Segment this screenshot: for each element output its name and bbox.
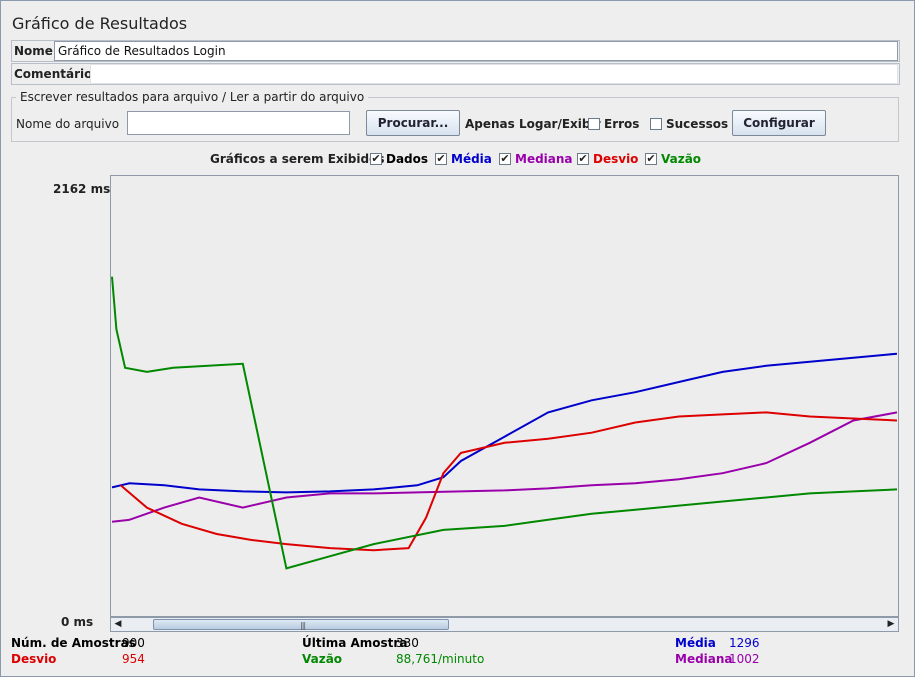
log-only-label: Apenas Logar/Exibir [465,117,601,131]
average-label: Média [675,636,716,650]
desvio-checkbox[interactable]: ✔ [577,153,589,165]
chart-svg [111,276,898,570]
file-group-title: Escrever resultados para arquivo / Ler a… [16,90,369,104]
name-label: Nome: [14,44,58,58]
success-checkbox[interactable] [650,118,662,130]
errors-checkbox[interactable] [588,118,600,130]
throughput-value: 88,761/minuto [396,652,485,666]
throughput-label: Vazão [302,652,343,666]
filename-label: Nome do arquivo [16,117,120,131]
last-sample-value: 330 [396,636,419,650]
configure-button[interactable]: Configurar [732,110,826,136]
series-line-desvio [120,411,898,552]
page-title: Gráfico de Resultados [12,14,188,33]
last-sample-label: Última Amostra [302,636,408,650]
media-checkbox[interactable]: ✔ [435,153,447,165]
vazao-checkbox[interactable]: ✔ [645,153,657,165]
deviation-label: Desvio [11,652,57,666]
series-line-média [111,352,898,494]
errors-label: Erros [604,117,640,131]
y-min-label: 0 ms [61,615,94,629]
dados-label: Dados [386,152,429,166]
median-label: Mediana [675,652,733,666]
scroll-left-icon[interactable]: ◀ [111,618,125,631]
y-max-label: 2162 ms [53,182,111,196]
average-value: 1296 [729,636,760,650]
mediana-label: Mediana [515,152,573,166]
dados-checkbox[interactable]: ✔ [370,153,382,165]
comments-field[interactable] [90,64,898,84]
scroll-right-icon[interactable]: ▶ [884,618,898,631]
results-chart [110,175,899,617]
median-value: 1002 [729,652,760,666]
desvio-label: Desvio [593,152,639,166]
horizontal-scrollbar[interactable]: ◀ ||| ▶ [110,617,899,632]
graphs-title: Gráficos a serem Exibidos [210,152,385,166]
success-label: Sucessos [666,117,729,131]
scrollbar-thumb[interactable]: ||| [153,619,449,630]
deviation-value: 954 [122,652,145,666]
browse-button[interactable]: Procurar... [366,110,460,136]
grip-icon: ||| [300,621,306,630]
name-field[interactable]: Gráfico de Resultados Login [54,41,898,61]
samples-label: Núm. de Amostras [11,636,136,650]
series-line-vazão [111,276,898,570]
series-line-mediana [111,411,898,523]
samples-value: 900 [122,636,145,650]
filename-input[interactable] [127,111,350,135]
mediana-checkbox[interactable]: ✔ [499,153,511,165]
vazao-label: Vazão [661,152,702,166]
media-label: Média [451,152,492,166]
